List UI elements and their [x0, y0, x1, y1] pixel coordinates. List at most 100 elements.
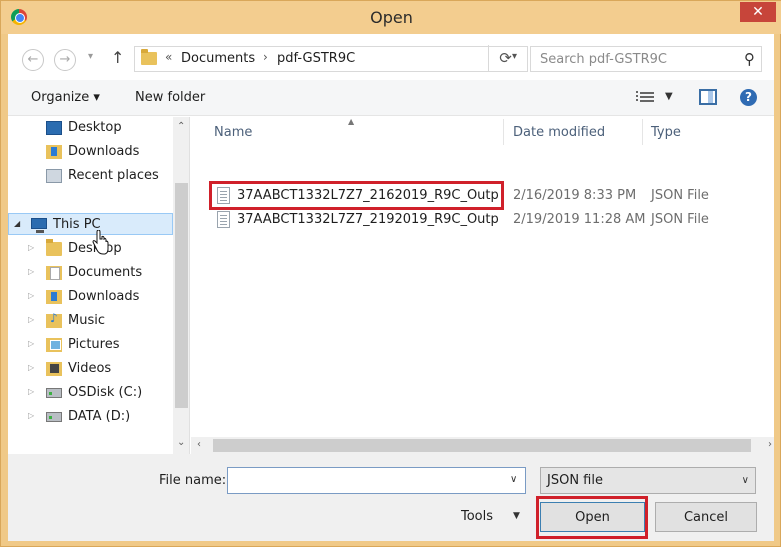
- desktop-folder-icon: [46, 239, 62, 256]
- expand-arrow-icon[interactable]: ▷: [28, 339, 34, 348]
- nav-item-label: OSDisk (C:): [68, 385, 143, 400]
- up-arrow-icon[interactable]: ↑: [111, 48, 124, 67]
- nav-item-recent-places[interactable]: Recent places: [8, 165, 173, 187]
- forward-button[interactable]: →: [54, 49, 76, 71]
- file-list-horizontal-scrollbar[interactable]: ‹ ›: [191, 437, 774, 454]
- breadcrumb-pdf-gstr9c[interactable]: pdf-GSTR9C: [277, 51, 355, 66]
- expand-arrow-icon[interactable]: ▷: [28, 243, 34, 252]
- views-dropdown-icon[interactable]: ▼: [665, 91, 673, 102]
- search-box[interactable]: Search pdf-GSTR9C ⚲: [530, 46, 762, 72]
- file-type: JSON File: [651, 212, 709, 227]
- address-bar[interactable]: « Documents › pdf-GSTR9C ▾: [134, 46, 528, 72]
- sort-ascending-icon: ▲: [348, 117, 355, 126]
- file-name: 37AABCT1332L7Z7_2192019_R9C_Output...: [237, 212, 499, 227]
- dialog-title: Open: [370, 8, 413, 27]
- nav-item-label: Documents: [68, 265, 143, 280]
- chevron-down-icon: ∨: [741, 475, 749, 486]
- expand-arrow-icon[interactable]: ▷: [28, 387, 34, 396]
- nav-item-pictures[interactable]: ▷ Pictures: [8, 334, 173, 356]
- preview-pane-icon[interactable]: [699, 89, 717, 105]
- red-highlight-annotation: [209, 181, 504, 210]
- computer-icon: [31, 218, 47, 233]
- nav-item-music[interactable]: ▷ Music: [8, 310, 173, 332]
- expand-arrow-icon[interactable]: ▷: [28, 291, 34, 300]
- nav-item-label: Downloads: [68, 289, 140, 304]
- column-header-label: Type: [651, 125, 681, 140]
- music-icon: [46, 311, 62, 328]
- scrollbar-thumb[interactable]: [175, 183, 188, 408]
- search-icon[interactable]: ⚲: [744, 50, 755, 68]
- json-file-icon: [217, 211, 230, 228]
- navigation-pane[interactable]: Desktop Downloads Recent places ◢ This P…: [8, 117, 190, 454]
- address-row: ← → ▾ ↑ « Documents › pdf-GSTR9C ▾ ⟳ Sea…: [8, 34, 774, 80]
- file-date: 2/19/2019 11:28 AM: [513, 212, 646, 227]
- cancel-button[interactable]: Cancel: [655, 502, 757, 532]
- nav-item-label: Pictures: [68, 337, 120, 352]
- recent-locations-dropdown[interactable]: ▾: [88, 51, 93, 62]
- close-button[interactable]: ✕: [740, 2, 776, 22]
- drive-icon: [46, 412, 62, 422]
- scroll-down-icon[interactable]: ⌄: [177, 437, 185, 448]
- videos-icon: [46, 362, 62, 376]
- scroll-left-icon[interactable]: ‹: [197, 439, 201, 450]
- scroll-up-icon[interactable]: ⌃: [177, 121, 185, 132]
- nav-item-osdisk-c[interactable]: ▷ OSDisk (C:): [8, 382, 173, 404]
- downloads-icon: [46, 145, 62, 159]
- nav-item-data-d[interactable]: ▷ DATA (D:): [8, 406, 173, 428]
- expand-arrow-icon[interactable]: ▷: [28, 315, 34, 324]
- drive-icon: [46, 388, 62, 398]
- folder-icon: [141, 49, 157, 65]
- file-name-input[interactable]: [227, 467, 526, 494]
- nav-item-videos[interactable]: ▷ Videos: [8, 358, 173, 380]
- scroll-right-icon[interactable]: ›: [768, 439, 772, 450]
- expand-arrow-icon[interactable]: ▷: [28, 363, 34, 372]
- nav-vertical-scrollbar[interactable]: ⌃ ⌄: [173, 117, 189, 454]
- collapse-arrow-icon[interactable]: ◢: [14, 219, 20, 228]
- column-header-label: Date modified: [513, 125, 606, 140]
- column-header-label: Name: [214, 125, 253, 140]
- nav-item-label: Recent places: [68, 168, 159, 183]
- nav-item-label: Videos: [68, 361, 112, 376]
- documents-icon: [46, 266, 62, 280]
- desktop-icon: [46, 121, 62, 135]
- new-folder-button[interactable]: New folder: [135, 90, 205, 105]
- change-view-icon[interactable]: [636, 90, 656, 106]
- help-icon[interactable]: ?: [740, 89, 757, 106]
- command-bar: Organize ▾ New folder ▼ ?: [8, 80, 774, 116]
- column-header-type[interactable]: Type: [643, 117, 774, 147]
- nav-item-downloads-pc[interactable]: ▷ Downloads: [8, 286, 173, 308]
- nav-item-downloads[interactable]: Downloads: [8, 141, 173, 163]
- nav-item-label: DATA (D:): [68, 409, 131, 424]
- refresh-icon[interactable]: ⟳: [488, 45, 522, 71]
- title-bar[interactable]: Open ✕: [1, 1, 781, 34]
- column-header-date-modified[interactable]: Date modified: [504, 117, 642, 147]
- file-row[interactable]: 37AABCT1332L7Z7_2192019_R9C_Output... 2/…: [211, 209, 774, 231]
- expand-arrow-icon[interactable]: ▷: [28, 267, 34, 276]
- downloads-icon: [46, 290, 62, 304]
- nav-item-label: Desktop: [68, 120, 122, 135]
- recent-places-icon: [46, 169, 62, 183]
- pictures-icon: [46, 338, 62, 352]
- nav-item-label: Music: [68, 313, 105, 328]
- column-header-name[interactable]: ▲ Name: [191, 117, 501, 147]
- tools-menu[interactable]: Tools: [461, 509, 493, 524]
- nav-item-desktop[interactable]: Desktop: [8, 117, 173, 139]
- search-input[interactable]: Search pdf-GSTR9C: [540, 52, 667, 67]
- nav-item-documents[interactable]: ▷ Documents: [8, 262, 173, 284]
- file-list[interactable]: ▲ Name Date modified Type 37AABCT1332L7Z…: [191, 117, 774, 454]
- file-type: JSON File: [651, 188, 709, 203]
- open-dialog: Open ✕ ← → ▾ ↑ « Documents › pdf-GSTR9C …: [0, 0, 781, 547]
- tools-dropdown-icon[interactable]: ▼: [513, 511, 520, 521]
- file-type-filter-value: JSON file: [547, 473, 603, 488]
- dialog-body: ← → ▾ ↑ « Documents › pdf-GSTR9C ▾ ⟳ Sea…: [8, 34, 774, 541]
- breadcrumb-separator[interactable]: ›: [263, 50, 268, 64]
- file-type-filter[interactable]: JSON file ∨: [540, 467, 756, 494]
- expand-arrow-icon[interactable]: ▷: [28, 411, 34, 420]
- file-name-label: File name:: [159, 473, 227, 488]
- breadcrumb-overflow[interactable]: «: [165, 50, 172, 64]
- nav-item-label: Downloads: [68, 144, 140, 159]
- back-button[interactable]: ←: [22, 49, 44, 71]
- scrollbar-thumb[interactable]: [213, 439, 751, 452]
- organize-menu[interactable]: Organize ▾: [31, 90, 100, 105]
- breadcrumb-documents[interactable]: Documents: [181, 51, 255, 66]
